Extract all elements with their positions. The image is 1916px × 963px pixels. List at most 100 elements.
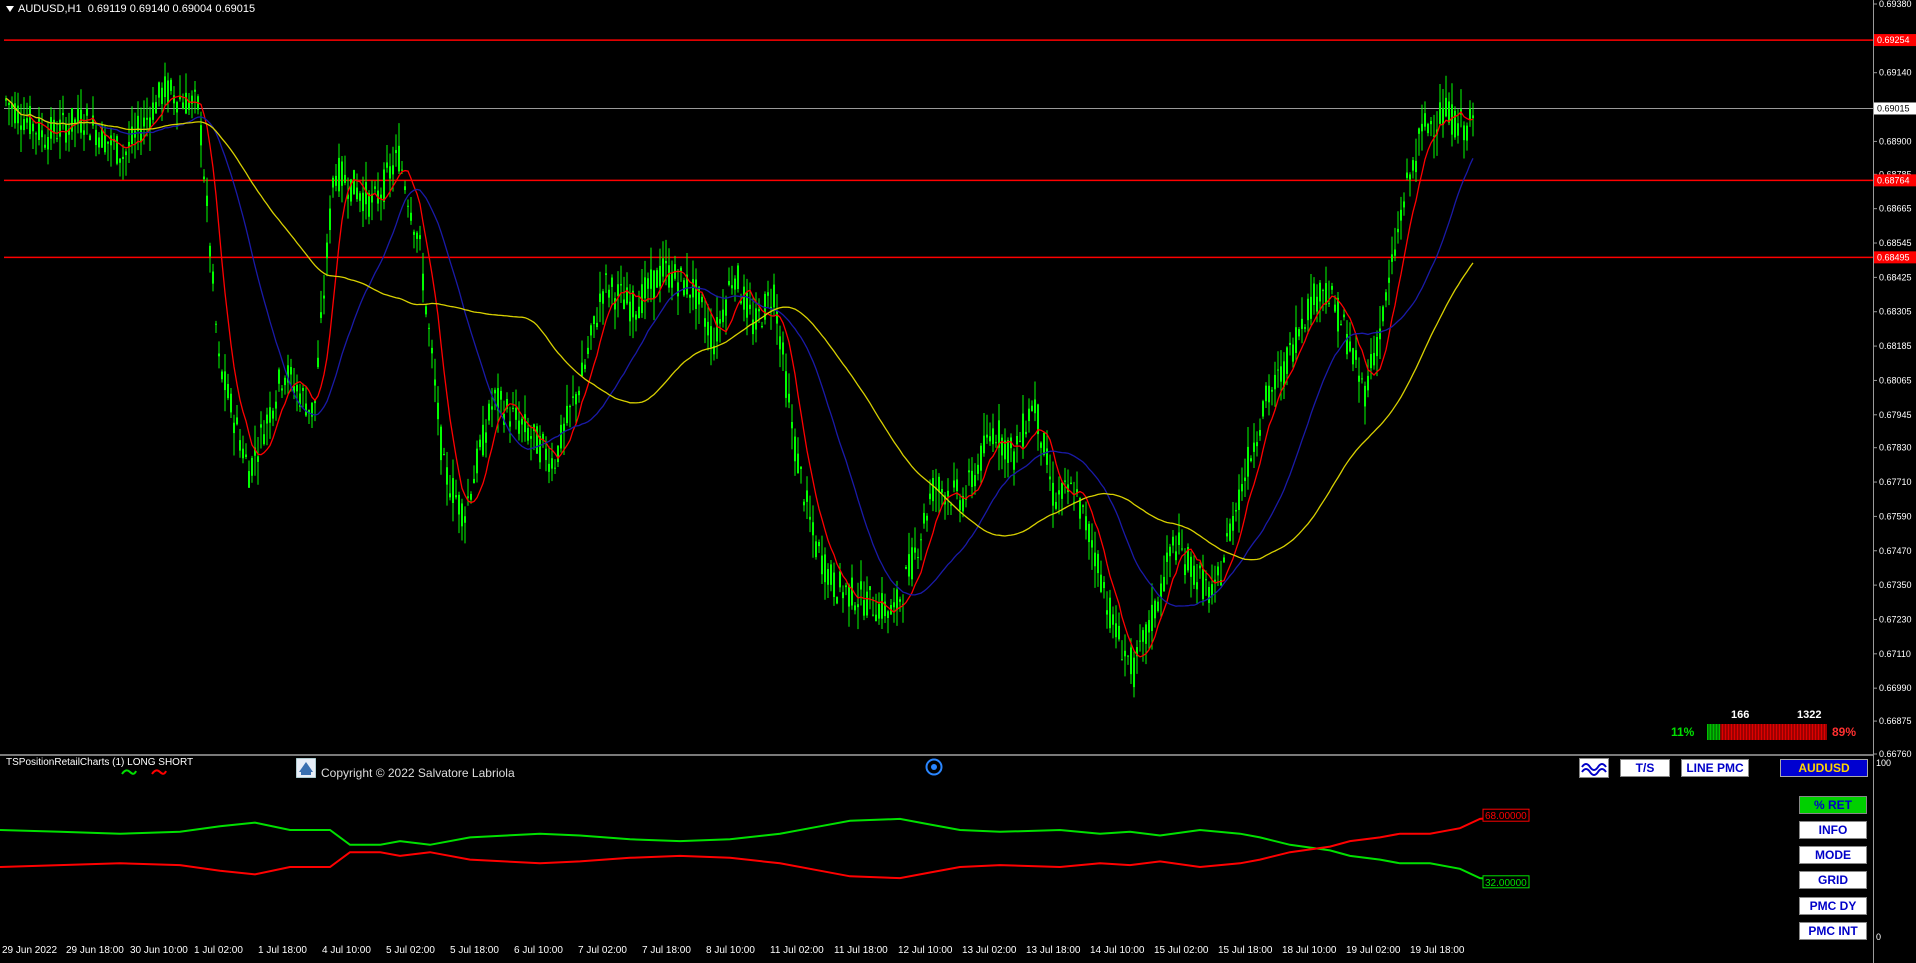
candle-body <box>692 279 694 298</box>
candle-body <box>995 442 997 444</box>
candle-body <box>878 603 880 619</box>
price-label: 0.67830 <box>1879 443 1912 453</box>
collapse-triangle-icon[interactable] <box>6 6 14 13</box>
candle-body <box>1223 557 1225 563</box>
candle-body <box>488 403 490 421</box>
candle-body <box>1025 431 1027 435</box>
candle-body <box>521 418 523 425</box>
candle-body <box>920 539 922 541</box>
price-label: 0.68065 <box>1879 375 1912 385</box>
wave-chart-button[interactable] <box>1579 758 1609 778</box>
long-percent: 11% <box>1671 725 1695 739</box>
candle-body <box>1445 97 1447 117</box>
symbol-button[interactable]: AUDUSD <box>1780 759 1868 777</box>
candle-body <box>119 158 121 163</box>
candle-body <box>545 448 547 461</box>
candle-body <box>491 406 493 410</box>
candle-body <box>107 141 109 144</box>
candle-body <box>911 547 913 580</box>
candle-body <box>803 501 805 506</box>
candle-body <box>875 614 877 622</box>
indicator-scale-bottom: 0 <box>1876 932 1881 942</box>
time-axis[interactable]: 29 Jun 2022 29 Jun 18:00 30 Jun 10:00 1 Jul… <box>0 941 1873 963</box>
grid-button[interactable]: GRID <box>1799 871 1867 889</box>
candle-body <box>47 136 49 150</box>
candle-body <box>1361 378 1363 380</box>
candle-body <box>1031 405 1033 412</box>
price-label: 0.69140 <box>1879 68 1912 78</box>
candle-body <box>1196 582 1198 590</box>
current-price-label: 0.69015 <box>1877 103 1910 113</box>
candle-body <box>1265 385 1267 402</box>
candle-body <box>839 571 841 588</box>
candle-body <box>29 105 31 134</box>
candle-body <box>845 585 847 588</box>
candle-body <box>725 299 727 316</box>
candle-body <box>917 557 919 559</box>
time-label: 6 Jul 10:00 <box>514 945 563 956</box>
line-pmc-button[interactable]: LINE PMC <box>1681 759 1749 777</box>
candle-body <box>98 137 100 148</box>
candle-body <box>983 435 985 454</box>
candle-body <box>893 602 895 608</box>
candle-body <box>602 291 604 304</box>
candle-body <box>857 604 859 608</box>
candle-body <box>1427 123 1429 134</box>
candle-body <box>1385 292 1387 301</box>
candle-body <box>1409 174 1411 180</box>
candle-body <box>1463 125 1465 141</box>
pct-ret-button[interactable]: % RET <box>1799 796 1867 814</box>
ts-button[interactable]: T/S <box>1620 759 1670 777</box>
candle-body <box>1454 110 1456 138</box>
candle-body <box>386 162 388 168</box>
candle-body <box>1181 548 1183 550</box>
candle-body <box>458 494 460 515</box>
candle-body <box>122 156 124 160</box>
candle-body <box>461 503 463 527</box>
candle-body <box>1379 328 1381 340</box>
pmc-int-button[interactable]: PMC INT <box>1799 922 1867 940</box>
candle-body <box>56 138 58 140</box>
candle-body <box>248 471 250 488</box>
candle-body <box>956 479 958 491</box>
candle-body <box>1016 435 1018 445</box>
candle-body <box>185 92 187 114</box>
candle-body <box>668 265 670 288</box>
level-price-label: 0.68495 <box>1877 252 1910 262</box>
candle-body <box>23 118 25 131</box>
candle-body <box>1085 516 1087 531</box>
candle-body <box>1421 123 1423 132</box>
candle-body <box>1034 399 1036 414</box>
candle-body <box>1430 120 1432 125</box>
candle-body <box>1301 318 1303 329</box>
price-label: 0.68425 <box>1879 272 1912 282</box>
price-chart[interactable] <box>4 4 1873 754</box>
candle-body <box>695 279 697 309</box>
candle-body <box>374 186 376 189</box>
info-button[interactable]: INFO <box>1799 821 1867 839</box>
candle-body <box>629 301 631 322</box>
candle-body <box>1052 482 1054 506</box>
price-label: 0.66990 <box>1879 683 1912 693</box>
mode-button[interactable]: MODE <box>1799 846 1867 864</box>
candle-body <box>1226 533 1228 537</box>
candle-body <box>401 169 403 171</box>
candle-body <box>1055 501 1057 509</box>
candle-body <box>1157 601 1159 611</box>
candle-body <box>866 591 868 616</box>
candle-body <box>1169 546 1171 557</box>
time-label: 5 Jul 02:00 <box>386 945 435 956</box>
candle-body <box>1289 342 1291 346</box>
indicator-plot[interactable]: 68.00000 32.00000 <box>0 756 1873 941</box>
candle-body <box>443 453 445 455</box>
candle-body <box>971 470 973 487</box>
candle-body <box>899 599 901 602</box>
time-label: 18 Jul 10:00 <box>1282 945 1337 956</box>
candle-body <box>1439 102 1441 124</box>
candle-body <box>437 402 439 420</box>
price-scale[interactable]: 0.693800.691400.689000.687850.686650.685… <box>1873 0 1916 963</box>
candle-body <box>1172 536 1174 546</box>
pmc-dy-button[interactable]: PMC DY <box>1799 897 1867 915</box>
candle-body <box>1352 348 1354 365</box>
candle-body <box>650 269 652 289</box>
